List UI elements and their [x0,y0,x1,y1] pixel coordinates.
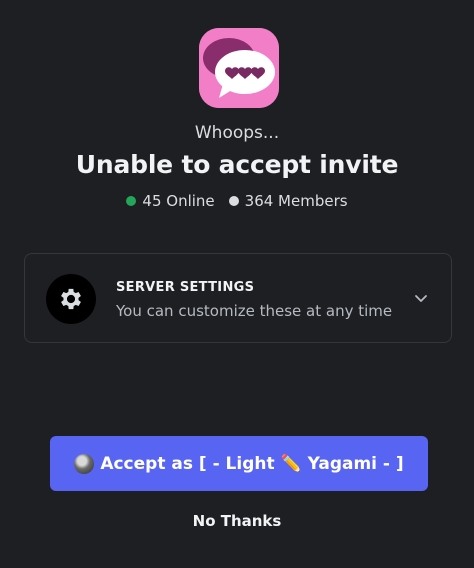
accept-button-label: Accept as [ - Light ✏️ Yagami - ] [100,453,404,474]
online-count: 45 Online [142,192,215,210]
gear-icon [46,274,96,324]
avatar [74,453,95,474]
invite-subtitle: Whoops... [194,123,280,143]
server-stats: 45 Online 364 Members [0,192,474,210]
accept-invite-button[interactable]: Accept as [ - Light ✏️ Yagami - ] [50,436,428,491]
invite-modal: Whoops... Unable to accept invite 45 Onl… [0,0,474,568]
settings-description: You can customize these at any time [116,302,393,320]
invite-title: Unable to accept invite [75,150,399,179]
online-stat: 45 Online [126,192,215,210]
no-thanks-button[interactable]: No Thanks [0,512,474,530]
online-dot-icon [126,196,137,206]
chevron-down-icon[interactable] [413,290,429,306]
members-stat: 364 Members [228,192,348,210]
chat-bubbles-hearts-icon [199,28,279,108]
server-settings-card[interactable]: SERVER SETTINGS You can customize these … [24,253,452,343]
members-dot-icon [228,196,239,206]
server-icon [199,28,279,108]
settings-label: SERVER SETTINGS [116,280,255,295]
member-count: 364 Members [244,192,348,210]
